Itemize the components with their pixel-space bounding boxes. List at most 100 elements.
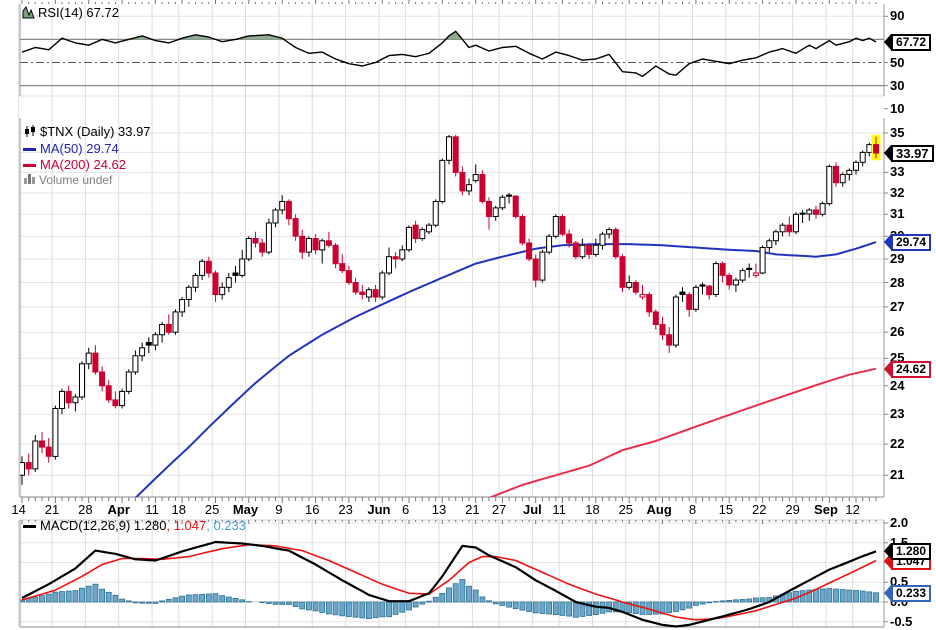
rsi-value-flag: 67.72 — [884, 33, 931, 51]
flag-arrow — [884, 234, 891, 250]
x-axis-label: 22 — [752, 503, 766, 516]
macd-histogram-bar — [146, 602, 151, 603]
macd-histogram-bar — [173, 598, 178, 602]
macd-histogram-bar — [366, 602, 371, 619]
ma50-line — [129, 242, 876, 505]
candle-body — [300, 236, 305, 252]
area-indicator-icon — [22, 6, 35, 22]
symbol-legend-row: $TNX (Daily) 33.97 — [23, 124, 151, 141]
macd-histogram-bar — [333, 602, 338, 615]
price-axis-label: 33 — [890, 165, 904, 179]
candle-body — [260, 243, 265, 252]
macd-histogram-bar — [120, 599, 125, 602]
candle-body — [140, 348, 145, 356]
rsi-axis-label: 90 — [890, 9, 904, 23]
macd-histogram-bar — [673, 602, 678, 612]
candle-body — [153, 335, 158, 345]
macd-histogram-bar — [593, 602, 598, 615]
candle-body — [814, 210, 819, 214]
candle-body — [233, 273, 238, 275]
price-axis-label: 32 — [890, 186, 904, 200]
macd-histogram-bar — [353, 602, 358, 617]
macd-histogram-bar — [740, 599, 745, 602]
candle-body — [293, 219, 298, 237]
candle-body — [106, 386, 111, 400]
candle-body — [740, 271, 745, 281]
ma50-value-flag: 29.74 — [884, 233, 931, 251]
macd-histogram-bar — [400, 602, 405, 612]
macd-histogram-bar — [467, 586, 472, 602]
macd-histogram-bar — [547, 602, 552, 614]
candle-body — [680, 292, 685, 294]
macd-histogram-bar — [854, 591, 859, 603]
macd-histogram-bar — [266, 602, 271, 604]
macd-histogram-bar — [533, 602, 538, 613]
macd-histogram-bar — [106, 592, 111, 602]
candle-body — [193, 275, 198, 287]
macd-histogram-bar — [300, 602, 305, 609]
x-axis-label: Jun — [367, 503, 390, 516]
candle-body — [447, 137, 452, 161]
candle-body — [400, 250, 405, 259]
candle-body — [433, 202, 438, 226]
price-axis-label: 24 — [890, 379, 904, 393]
rsi-legend: RSI(14) 67.72 — [22, 5, 119, 22]
candle-body — [333, 245, 338, 263]
candle-body — [854, 162, 859, 170]
candle-body — [180, 300, 185, 312]
macd-histogram-bar — [260, 602, 265, 603]
macd-histogram-bar — [720, 601, 725, 602]
x-axis-label: 29 — [785, 503, 799, 516]
macd-histogram-bar — [360, 602, 365, 618]
candle-body — [340, 264, 345, 271]
x-axis-label: 16 — [305, 503, 319, 516]
candle-body — [407, 227, 412, 249]
candle-body — [727, 275, 732, 285]
candle-body — [200, 261, 205, 275]
macd-histogram-bar — [100, 589, 105, 602]
candle-body — [807, 210, 812, 214]
candle-body — [513, 196, 518, 216]
flag-value: 29.74 — [891, 234, 931, 251]
macd-histogram-bar — [206, 594, 211, 602]
rsi-legend-label: RSI(14) 67.72 — [38, 5, 119, 20]
candle-body — [760, 248, 765, 274]
candle-body — [286, 202, 291, 219]
candle-body — [66, 391, 71, 402]
x-axis-label: 18 — [172, 503, 186, 516]
candle-body — [540, 252, 545, 280]
flag-arrow — [884, 361, 891, 377]
macd-histogram-bar — [573, 602, 578, 617]
ma200-label: MA(200) 24.62 — [40, 157, 126, 172]
stock-chart: RSI(14) 67.72 $TNX (Daily) 33.97 MA(50) … — [0, 0, 936, 630]
candle-body — [380, 273, 385, 297]
candle-body — [820, 204, 825, 215]
macd-histogram-bar — [473, 590, 478, 602]
macd-histogram-bar — [713, 602, 718, 603]
macd-histogram-bar — [687, 602, 692, 608]
rsi-axis-label: 30 — [890, 79, 904, 93]
x-axis-label: May — [233, 503, 258, 516]
price-plot — [20, 135, 881, 505]
macd-histogram-bar — [326, 602, 331, 614]
macd-histogram-bar — [280, 602, 285, 604]
flag-arrow — [884, 543, 891, 559]
candle-body — [667, 335, 672, 345]
candle-body — [73, 397, 78, 403]
candle-body — [480, 175, 485, 202]
flag-arrow — [884, 585, 891, 601]
ma50-line-icon — [23, 148, 36, 151]
candle-body — [520, 217, 525, 244]
candle-body — [100, 372, 105, 386]
candle-body — [660, 325, 665, 335]
flag-value: 67.72 — [891, 34, 931, 51]
macd-histogram-bar — [433, 597, 438, 602]
flag-value: 33.97 — [891, 145, 934, 162]
macd-histogram-bar — [193, 595, 198, 602]
price-axis-label: 22 — [890, 437, 904, 451]
macd-histogram-bar — [760, 598, 765, 602]
macd-histogram-bar — [133, 602, 138, 603]
candle-body — [693, 287, 698, 309]
macd-histogram-bar — [493, 602, 498, 604]
macd-histogram-bar — [140, 602, 145, 603]
